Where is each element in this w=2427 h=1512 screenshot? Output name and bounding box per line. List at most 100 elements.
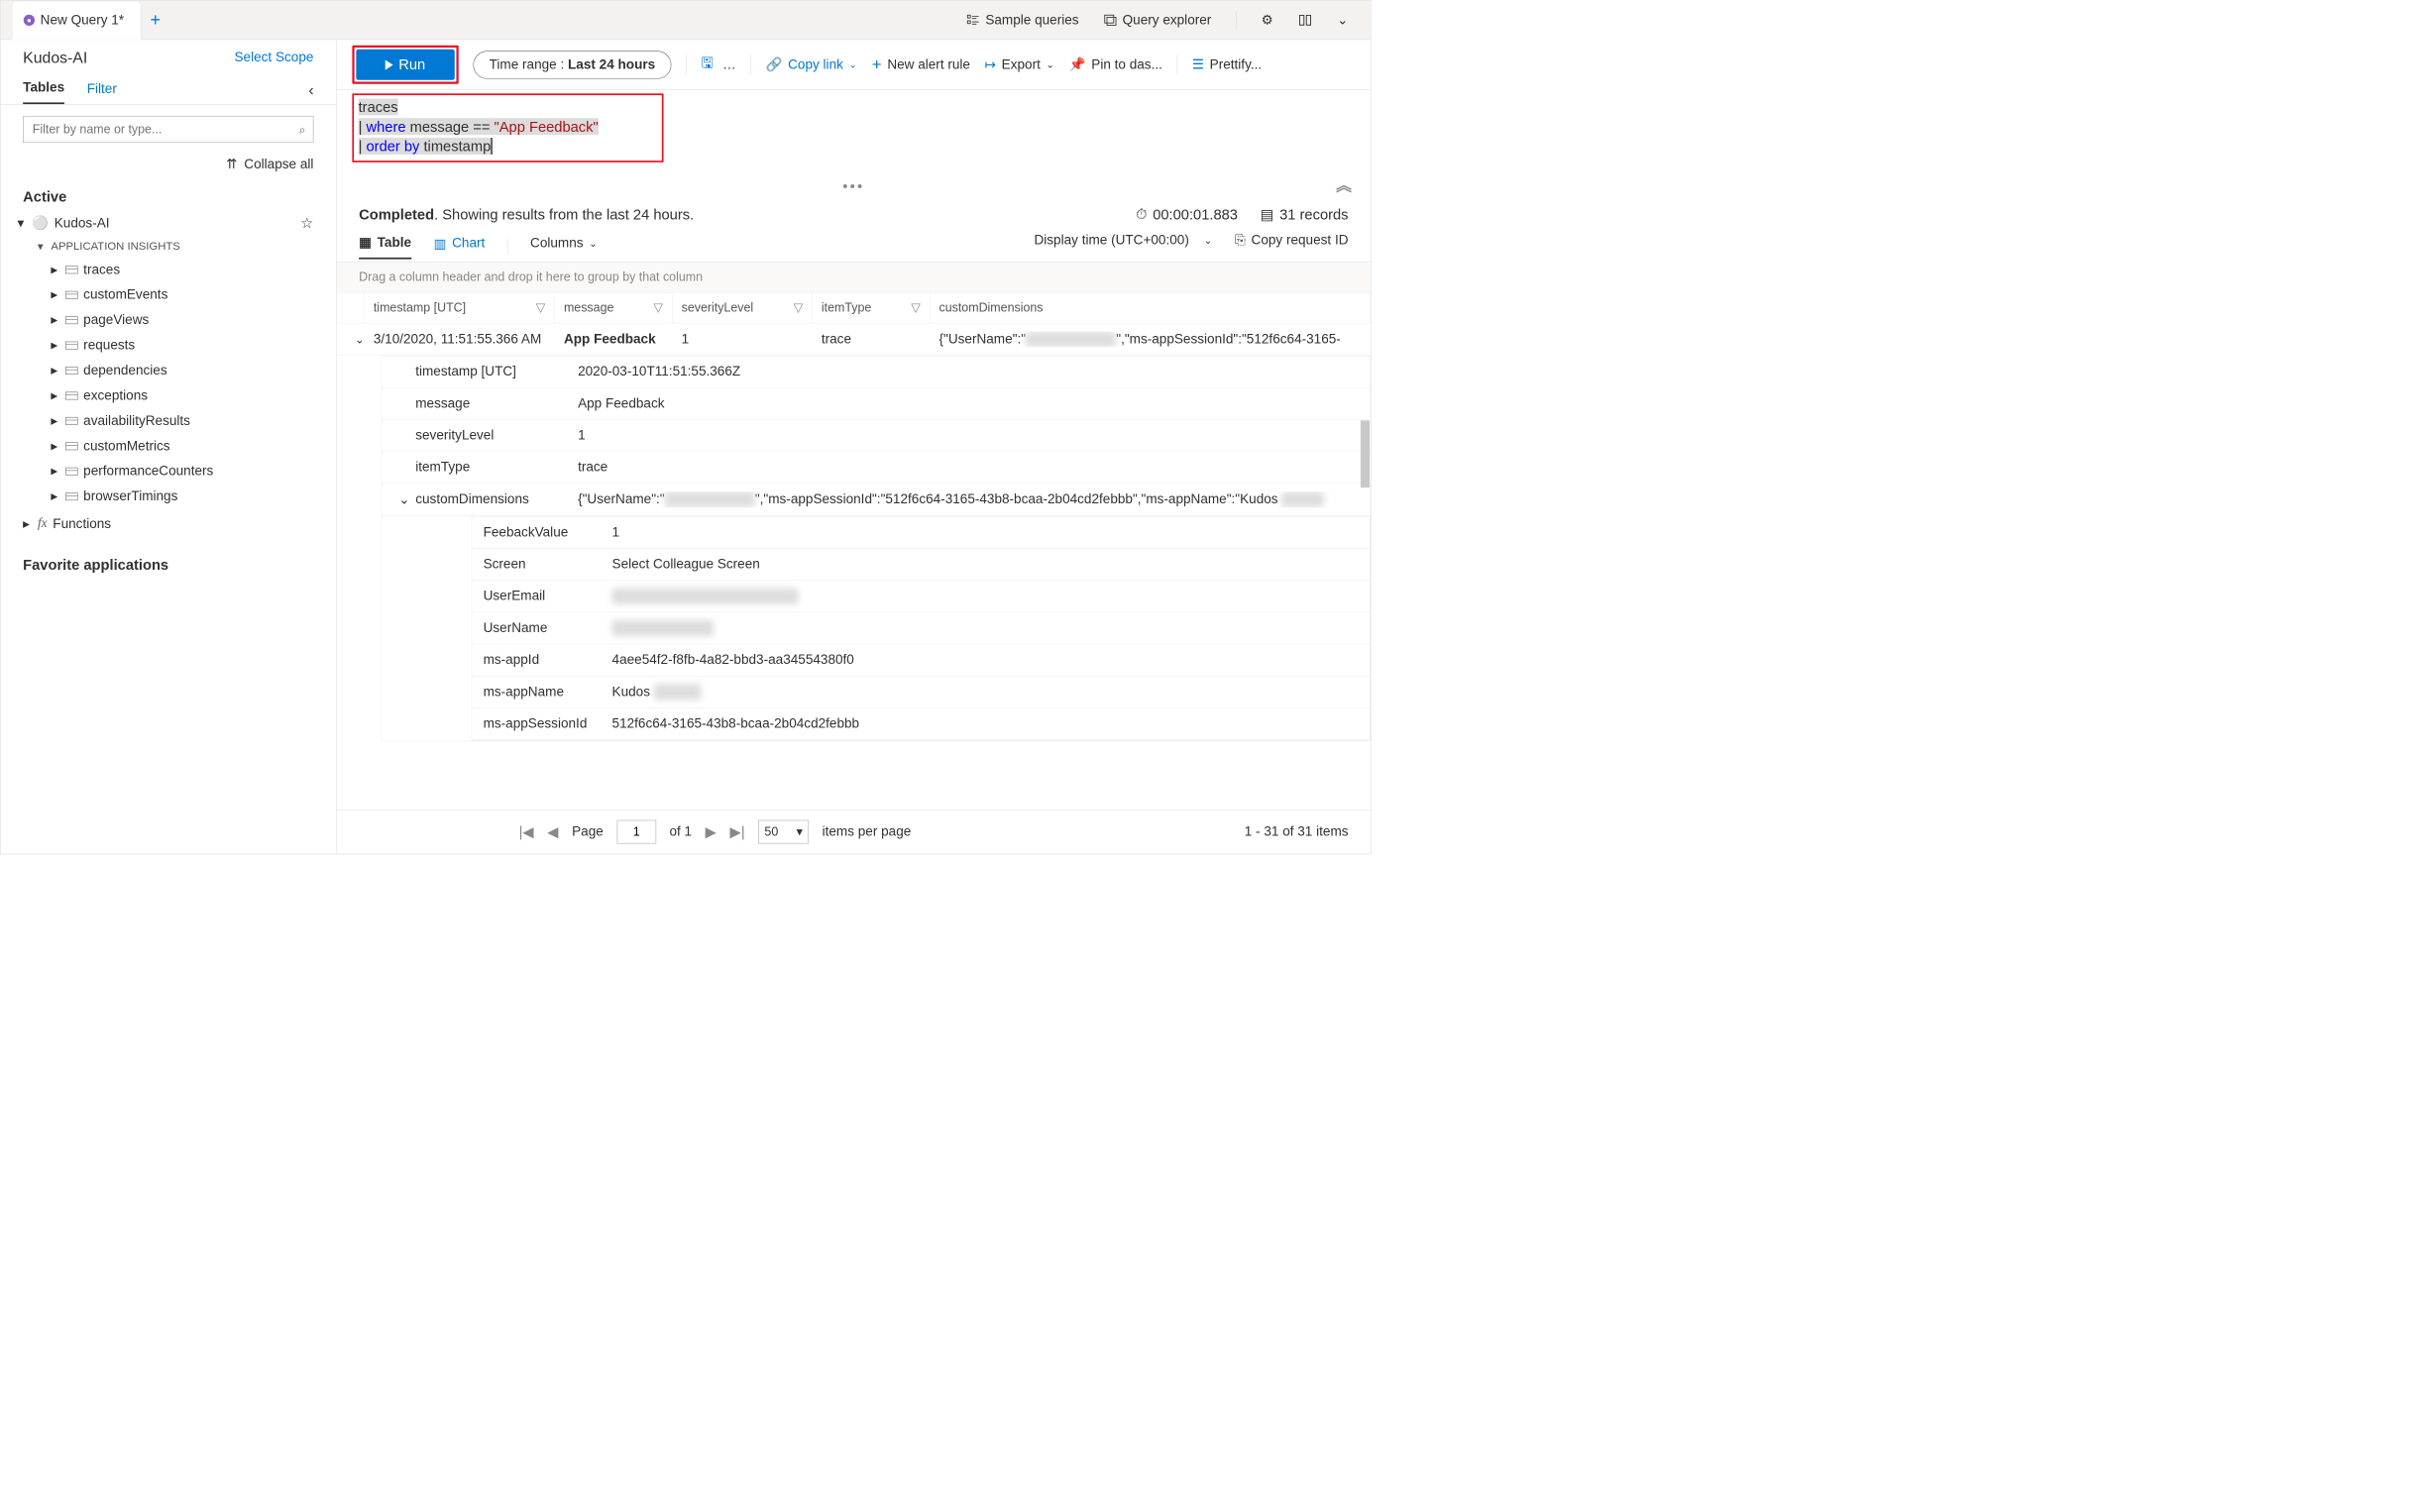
row-detail-panel: timestamp [UTC]2020-03-10T11:51:55.366Z … (382, 356, 1371, 741)
scrollbar-thumb[interactable] (1361, 420, 1370, 487)
display-time-dropdown[interactable]: Display time (UTC+00:00) ⌄ (1034, 233, 1212, 256)
search-icon: ⌕ (299, 123, 306, 138)
table-icon (65, 417, 77, 425)
status-completed: Completed (359, 206, 434, 223)
clipboard-icon: ⎘ (1235, 233, 1246, 249)
table-icon (65, 367, 77, 375)
pin-icon: 📌 (1069, 56, 1086, 72)
pager-summary: 1 - 31 of 31 items (1245, 824, 1349, 840)
view-tab-chart[interactable]: ▥Chart (434, 236, 486, 259)
filter-icon[interactable]: ▽ (536, 301, 546, 316)
sample-queries-button[interactable]: Sample queries (966, 12, 1078, 28)
time-range-picker[interactable]: Time range : Last 24 hours (473, 51, 671, 78)
filter-input[interactable] (23, 116, 313, 143)
sidebar-table-exceptions[interactable]: ▸exceptions (38, 382, 314, 407)
app-insights-header[interactable]: ▾APPLICATION INSIGHTS (38, 236, 314, 257)
cell-customdimensions: {"UserName":"redactedname","ms-appSessio… (939, 332, 1363, 348)
column-header-severity[interactable]: severityLevel▽ (673, 293, 813, 324)
filter-icon[interactable]: ▽ (794, 301, 804, 316)
caret-right-icon: ▸ (51, 286, 59, 302)
resize-handle[interactable]: •••︽ (337, 162, 1372, 201)
copy-request-id-button[interactable]: ⎘Copy request ID (1235, 233, 1348, 256)
export-button[interactable]: ↦ Export ⌄ (985, 56, 1054, 72)
view-tab-table[interactable]: ▦Table (359, 235, 411, 260)
table-icon: ▦ (359, 235, 372, 251)
gear-icon: ⚙ (1262, 12, 1273, 28)
save-button[interactable]: 🖫… (702, 53, 736, 77)
group-drop-hint[interactable]: Drag a column header and drop it here to… (337, 263, 1372, 293)
customdimensions-detail: FeebackValue1 ScreenSelect Colleague Scr… (472, 516, 1371, 741)
collapse-sidebar-icon[interactable]: › (308, 83, 313, 101)
sidebar-table-performanceCounters[interactable]: ▸performanceCounters (38, 459, 314, 484)
page-number-input[interactable] (616, 820, 656, 844)
page-of: of 1 (669, 824, 692, 840)
caret-right-icon: ▸ (51, 438, 59, 454)
sidebar-table-availabilityResults[interactable]: ▸availabilityResults (38, 408, 314, 433)
sidebar-table-dependencies[interactable]: ▸dependencies (38, 358, 314, 382)
pin-button[interactable]: 📌 Pin to das... (1069, 56, 1162, 72)
caret-right-icon: ▸ (51, 463, 59, 479)
play-icon (386, 59, 393, 69)
sidebar-table-browserTimings[interactable]: ▸browserTimings (38, 484, 314, 508)
columns-dropdown[interactable]: Columns⌄ (530, 236, 598, 259)
new-alert-button[interactable]: + New alert rule (872, 55, 970, 74)
result-row[interactable]: ⌄ 3/10/2020, 11:51:55.366 AM App Feedbac… (337, 324, 1372, 356)
page-prev-button[interactable]: ◀ (547, 823, 558, 841)
expand-row-icon[interactable]: ⌄ (346, 332, 374, 346)
new-tab-button[interactable]: + (142, 10, 169, 31)
reader-button[interactable] (1298, 13, 1313, 28)
fx-icon: fx (38, 516, 48, 531)
copy-link-button[interactable]: 🔗 Copy link ⌄ (766, 56, 857, 72)
caret-down-icon: ▾ (18, 215, 27, 231)
page-last-button[interactable]: ▶| (730, 823, 745, 841)
sidebar-table-customMetrics[interactable]: ▸customMetrics (38, 433, 314, 458)
query-editor[interactable]: traces | where message == "App Feedback"… (352, 93, 663, 162)
favorite-star-icon[interactable]: ☆ (300, 214, 313, 232)
filter-icon[interactable]: ▽ (911, 301, 921, 316)
column-header-message[interactable]: message▽ (555, 293, 673, 324)
sidebar-table-traces[interactable]: ▸traces (38, 257, 314, 281)
table-icon (65, 266, 77, 273)
customdimensions-expand-row[interactable]: ⌄customDimensions{"UserName":"redactedna… (382, 484, 1370, 516)
query-tab-active[interactable]: ● New Query 1* (12, 1, 142, 41)
sidebar-tab-tables[interactable]: Tables (23, 80, 64, 104)
run-button[interactable]: Run (356, 50, 454, 80)
filter-icon[interactable]: ▽ (653, 301, 663, 316)
prettify-button[interactable]: ☰ Prettify... (1192, 56, 1262, 72)
column-header-customdimensions[interactable]: customDimensions (930, 293, 1371, 324)
sidebar-table-customEvents[interactable]: ▸customEvents (38, 282, 314, 307)
caret-right-icon: ▸ (51, 262, 59, 277)
chevron-down-icon: ⌄ (1047, 58, 1055, 70)
collapse-all-button[interactable]: ⇈ Collapse all (1, 154, 336, 183)
resource-tree-node[interactable]: ▾ ⚪ Kudos-AI ☆ (18, 210, 314, 237)
results-header-row: timestamp [UTC]▽ message▽ severityLevel▽… (337, 293, 1372, 324)
sidebar-table-pageViews[interactable]: ▸pageViews (38, 307, 314, 332)
more-dropdown[interactable]: ⌄ (1337, 12, 1348, 28)
settings-button[interactable]: ⚙ (1262, 12, 1273, 28)
caret-right-icon: ▸ (51, 363, 59, 378)
query-explorer-button[interactable]: Query explorer (1103, 12, 1211, 28)
page-size-select[interactable]: 50▾ (758, 820, 809, 844)
plus-icon: + (872, 55, 882, 74)
favorite-section-header: Favorite applications (1, 552, 336, 579)
chevron-down-icon: ⌄ (393, 491, 416, 507)
record-count: ▤31 records (1261, 206, 1349, 224)
caret-right-icon: ▸ (51, 337, 59, 353)
column-header-timestamp[interactable]: timestamp [UTC]▽ (365, 293, 555, 324)
collapse-up-icon[interactable]: ︽ (1336, 173, 1354, 196)
caret-right-icon: ▸ (51, 312, 59, 328)
items-per-page-label: items per page (823, 824, 912, 840)
functions-node[interactable]: ▸ fx Functions (18, 509, 314, 539)
sidebar-tab-filter[interactable]: Filter (87, 81, 117, 104)
page-next-button[interactable]: ▶ (706, 823, 717, 841)
table-icon (65, 442, 77, 450)
table-icon (65, 316, 77, 324)
sidebar-table-requests[interactable]: ▸requests (38, 333, 314, 358)
page-first-button[interactable]: |◀ (519, 823, 534, 841)
column-header-itemtype[interactable]: itemType▽ (813, 293, 931, 324)
chevron-down-icon: ⌄ (1337, 12, 1348, 28)
page-label: Page (572, 824, 604, 840)
select-scope-link[interactable]: Select Scope (234, 50, 313, 65)
chevron-down-icon: ⌄ (849, 58, 858, 70)
table-icon (65, 391, 77, 399)
